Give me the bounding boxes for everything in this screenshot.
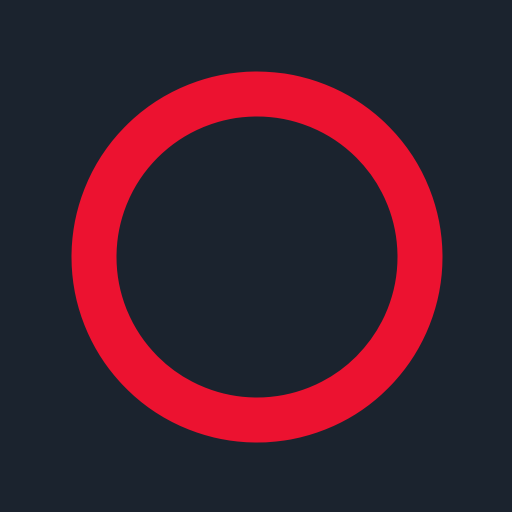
ring-circle <box>71 71 443 443</box>
app-icon-canvas <box>0 0 512 512</box>
red-ring-icon <box>71 71 443 443</box>
